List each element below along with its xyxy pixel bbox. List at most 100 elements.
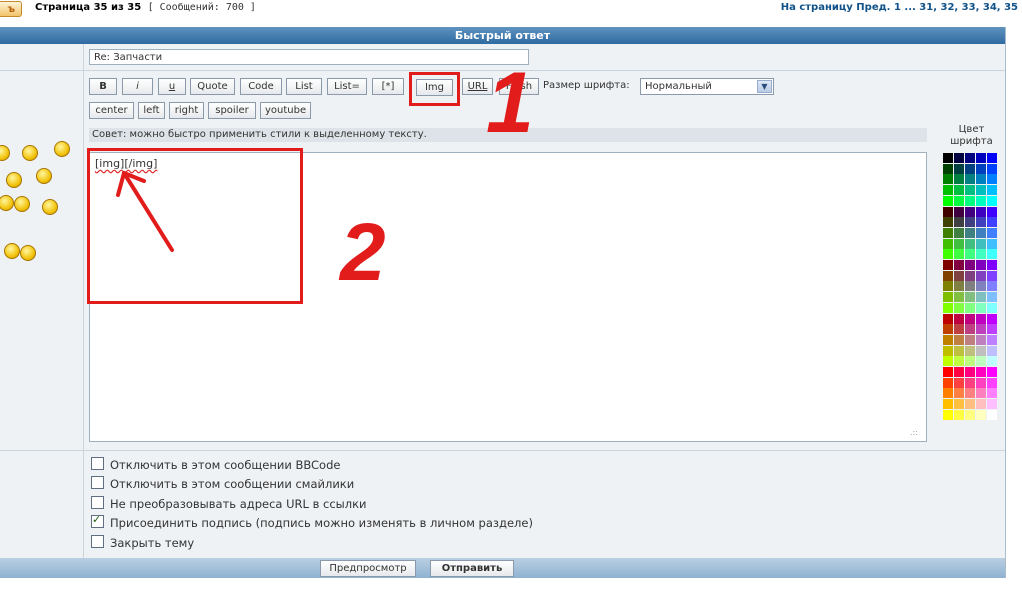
color-swatch[interactable]: [965, 292, 975, 303]
option-attach-signature[interactable]: Присоединить подпись (подпись можно изме…: [91, 513, 533, 531]
color-swatch[interactable]: [965, 153, 975, 163]
color-swatch[interactable]: [943, 185, 953, 196]
color-swatch[interactable]: [954, 249, 964, 260]
color-swatch[interactable]: [943, 313, 953, 324]
color-swatch[interactable]: [976, 153, 986, 163]
color-swatch[interactable]: [987, 227, 997, 238]
color-swatch[interactable]: [954, 324, 964, 335]
color-swatch[interactable]: [954, 185, 964, 196]
color-swatch[interactable]: [954, 388, 964, 399]
color-swatch[interactable]: [965, 313, 975, 324]
color-swatch[interactable]: [987, 367, 997, 377]
color-swatch[interactable]: [965, 409, 975, 420]
chevron-down-icon[interactable]: ▼: [757, 80, 772, 93]
color-swatch[interactable]: [976, 292, 986, 303]
color-swatch[interactable]: [943, 195, 953, 206]
color-swatch[interactable]: [965, 185, 975, 196]
color-swatch[interactable]: [965, 388, 975, 399]
preview-button[interactable]: Предпросмотр: [320, 560, 416, 577]
color-swatch[interactable]: [965, 206, 975, 217]
color-swatch[interactable]: [976, 356, 986, 367]
color-swatch[interactable]: [954, 163, 964, 174]
color-swatch[interactable]: [976, 174, 986, 185]
color-swatch[interactable]: [987, 153, 997, 163]
color-swatch[interactable]: [943, 174, 953, 185]
color-swatch[interactable]: [943, 367, 953, 377]
color-swatch[interactable]: [976, 260, 986, 270]
color-swatch[interactable]: [954, 334, 964, 345]
color-swatch[interactable]: [954, 174, 964, 185]
font-size-select[interactable]: Нормальный ▼: [640, 78, 774, 95]
italic-button[interactable]: i: [122, 78, 153, 95]
left-button[interactable]: left: [138, 102, 165, 119]
color-swatch[interactable]: [943, 249, 953, 260]
color-swatch[interactable]: [965, 260, 975, 270]
color-swatch[interactable]: [943, 163, 953, 174]
color-swatch[interactable]: [987, 377, 997, 388]
color-swatch[interactable]: [943, 377, 953, 388]
color-swatch[interactable]: [943, 260, 953, 270]
submit-button[interactable]: Отправить: [430, 560, 514, 577]
color-swatch[interactable]: [965, 302, 975, 313]
smiley-speech-icon[interactable]: [54, 141, 70, 157]
color-swatch[interactable]: [987, 281, 997, 292]
color-swatch[interactable]: [987, 345, 997, 356]
smiley-tongue-icon[interactable]: [4, 243, 20, 259]
color-swatch[interactable]: [987, 206, 997, 217]
color-swatch[interactable]: [976, 227, 986, 238]
color-swatch[interactable]: [976, 377, 986, 388]
color-swatch[interactable]: [943, 409, 953, 420]
color-swatch[interactable]: [987, 217, 997, 228]
bold-button[interactable]: B: [89, 78, 117, 95]
color-swatch[interactable]: [954, 377, 964, 388]
color-swatch[interactable]: [965, 174, 975, 185]
color-swatch[interactable]: [943, 153, 953, 163]
color-swatch[interactable]: [965, 324, 975, 335]
color-swatch[interactable]: [954, 238, 964, 249]
color-swatch[interactable]: [976, 195, 986, 206]
color-swatch[interactable]: [987, 324, 997, 335]
option-disable-bbcode[interactable]: Отключить в этом сообщении BBCode: [91, 457, 340, 473]
color-swatch[interactable]: [954, 227, 964, 238]
color-swatch[interactable]: [943, 281, 953, 292]
color-swatch[interactable]: [976, 388, 986, 399]
color-swatch[interactable]: [954, 367, 964, 377]
color-swatch[interactable]: [943, 292, 953, 303]
color-swatch[interactable]: [987, 174, 997, 185]
color-swatch[interactable]: [943, 227, 953, 238]
color-swatch[interactable]: [965, 249, 975, 260]
color-swatch[interactable]: [976, 302, 986, 313]
color-swatch[interactable]: [965, 227, 975, 238]
color-swatch[interactable]: [954, 260, 964, 270]
color-swatch[interactable]: [954, 153, 964, 163]
color-swatch[interactable]: [954, 195, 964, 206]
smiley-shocked-icon[interactable]: [22, 145, 38, 161]
color-swatch[interactable]: [965, 270, 975, 281]
color-swatch[interactable]: [965, 377, 975, 388]
option-disable-smilies[interactable]: Отключить в этом сообщении смайлики: [91, 476, 354, 492]
color-swatch[interactable]: [976, 238, 986, 249]
color-swatch[interactable]: [943, 345, 953, 356]
color-swatch[interactable]: [965, 217, 975, 228]
right-button[interactable]: right: [169, 102, 204, 119]
underline-button[interactable]: u: [158, 78, 186, 95]
color-swatch[interactable]: [943, 334, 953, 345]
color-swatch[interactable]: [954, 399, 964, 410]
color-swatch[interactable]: [954, 270, 964, 281]
option-disable-urls[interactable]: Не преобразовывать адреса URL в ссылки: [91, 496, 367, 512]
color-swatch[interactable]: [965, 367, 975, 377]
color-swatch[interactable]: [987, 334, 997, 345]
center-button[interactable]: center: [89, 102, 134, 119]
color-swatch[interactable]: [976, 217, 986, 228]
checkbox[interactable]: [91, 476, 104, 489]
checkbox[interactable]: [91, 496, 104, 509]
color-swatch[interactable]: [987, 313, 997, 324]
list-button[interactable]: List: [286, 78, 322, 95]
smiley-grin-icon[interactable]: [6, 172, 22, 188]
color-swatch[interactable]: [987, 238, 997, 249]
spoiler-button[interactable]: spoiler: [208, 102, 256, 119]
color-swatch[interactable]: [987, 249, 997, 260]
checkbox-checked[interactable]: [91, 513, 104, 528]
color-swatch[interactable]: [943, 217, 953, 228]
color-swatch[interactable]: [976, 163, 986, 174]
